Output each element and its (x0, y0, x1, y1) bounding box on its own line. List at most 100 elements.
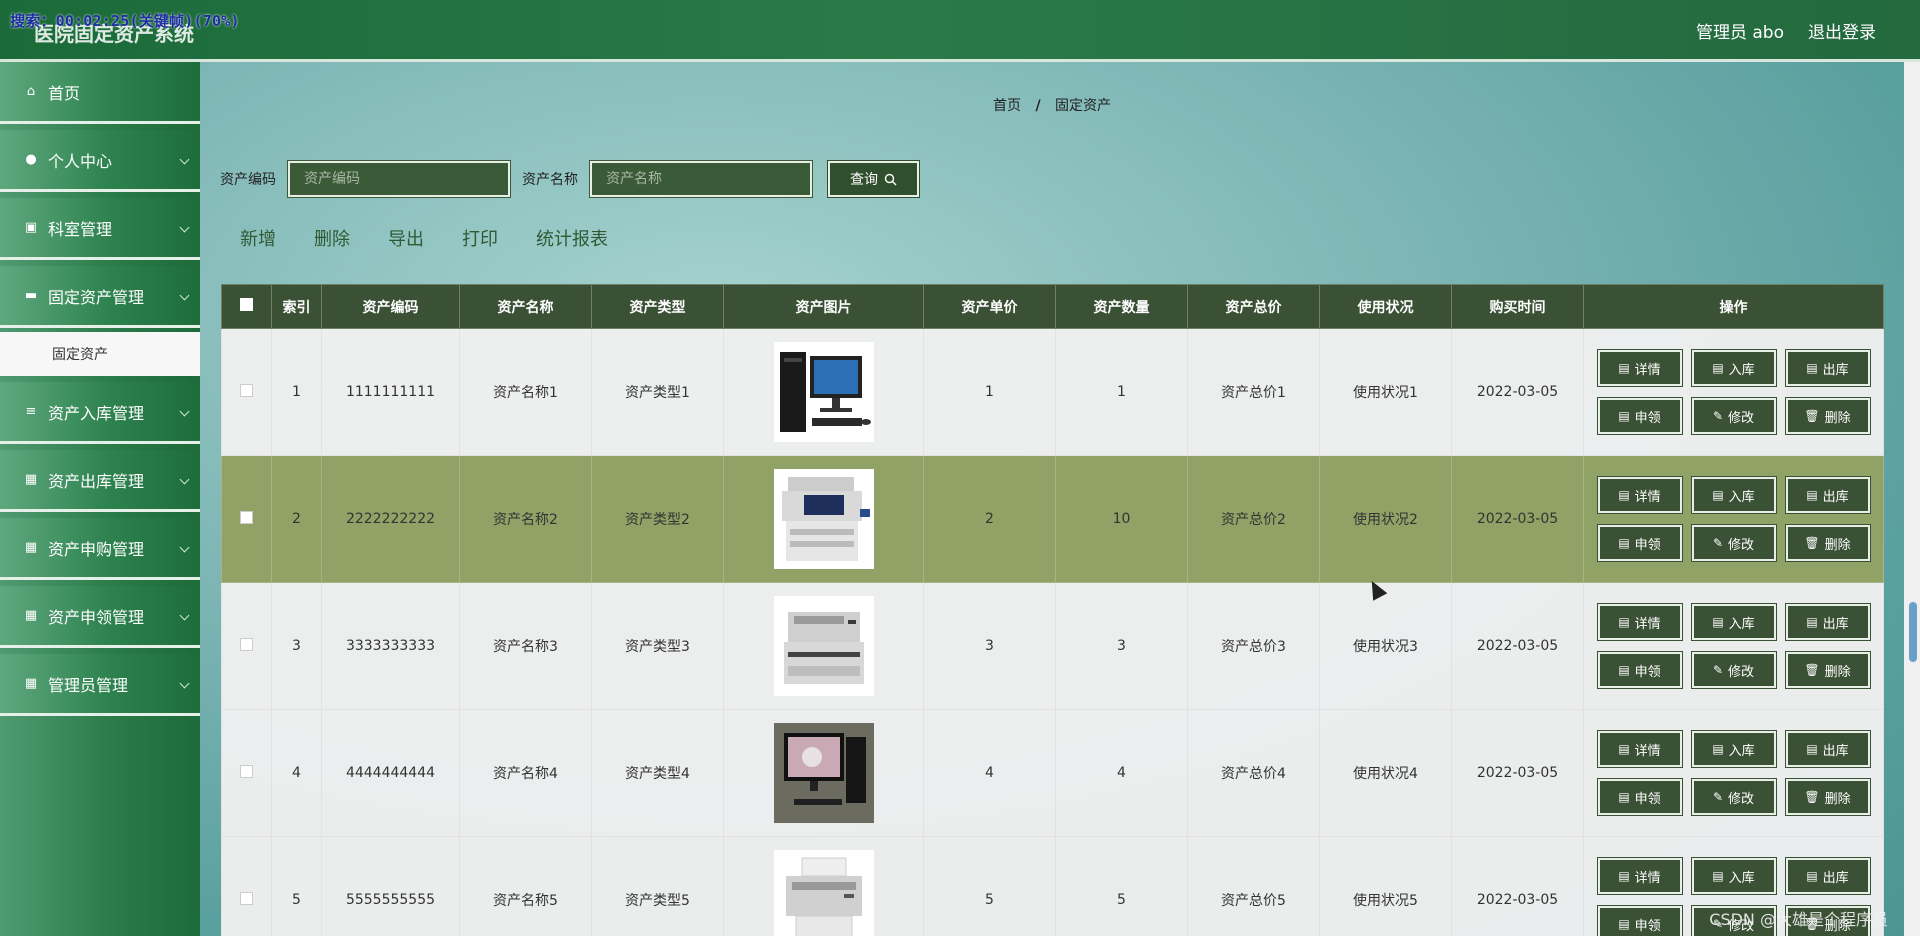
action-button-0[interactable]: ▤ 详情 (1596, 476, 1683, 514)
action-button-3[interactable]: ▤ 申领 (1596, 905, 1683, 936)
box-icon: ▬ (24, 288, 38, 303)
action-button-1[interactable]: ▤ 入库 (1690, 857, 1777, 895)
chevron-down-icon (179, 222, 190, 233)
select-all-checkbox[interactable] (240, 298, 253, 311)
action-button-2[interactable]: ▤ 出库 (1784, 603, 1871, 641)
document-icon: ▤ (1712, 361, 1724, 375)
action-button-4[interactable]: ✎ 修改 (1690, 778, 1777, 816)
action-button-3[interactable]: ▤ 申领 (1596, 397, 1683, 435)
action-button-1[interactable]: ▤ 入库 (1690, 603, 1777, 641)
sidebar-item-department[interactable]: ▣ 科室管理 (0, 198, 200, 260)
action-button-1[interactable]: ▤ 入库 (1690, 730, 1777, 768)
action-button-5[interactable]: 🗑 删除 (1784, 524, 1871, 562)
add-button[interactable]: 新增 (240, 225, 276, 251)
delete-button[interactable]: 删除 (314, 225, 350, 251)
breadcrumb-separator: / (1035, 98, 1041, 114)
action-button-5[interactable]: 🗑 删除 (1784, 651, 1871, 689)
asset-table: 索引 资产编码 资产名称 资产类型 资产图片 资产单价 资产数量 资产总价 使用… (221, 284, 1884, 936)
page-scrollbar[interactable] (1904, 62, 1920, 936)
admin-user-link[interactable]: 管理员 abo (1696, 18, 1784, 43)
action-button-0[interactable]: ▤ 详情 (1596, 730, 1683, 768)
cell-total: 资产总价4 (1187, 709, 1320, 837)
row-checkbox[interactable] (240, 637, 253, 651)
scrollbar-thumb[interactable] (1909, 602, 1917, 662)
action-label: 详情 (1634, 362, 1661, 378)
cell-total: 资产总价1 (1187, 328, 1320, 456)
cell-name: 资产名称5 (459, 836, 592, 936)
breadcrumb-home[interactable]: 首页 (993, 98, 1021, 114)
chevron-down-icon (179, 542, 190, 553)
row-checkbox[interactable] (240, 510, 253, 524)
action-label: 申领 (1634, 664, 1661, 680)
asset-image[interactable] (773, 596, 874, 696)
action-button-3[interactable]: ▤ 申领 (1596, 524, 1683, 562)
query-button[interactable]: 查询 (827, 160, 920, 198)
document-icon: ▤ (1806, 742, 1818, 756)
action-button-2[interactable]: ▤ 出库 (1784, 349, 1871, 387)
action-button-3[interactable]: ▤ 申领 (1596, 778, 1683, 816)
action-button-4[interactable]: ✎ 修改 (1690, 651, 1777, 689)
action-label: 出库 (1822, 870, 1849, 886)
cell-date: 2022-03-05 (1451, 455, 1584, 583)
sidebar-item-label: 个人中心 (48, 151, 113, 171)
action-button-0[interactable]: ▤ 详情 (1596, 349, 1683, 387)
column-header: 资产编码 (321, 284, 460, 329)
chevron-down-icon (179, 474, 190, 485)
action-button-3[interactable]: ▤ 申领 (1596, 651, 1683, 689)
asset-image[interactable] (773, 850, 874, 936)
sidebar-item-fixed-assets[interactable]: ▬ 固定资产管理 (0, 266, 200, 328)
cell-index: 5 (271, 836, 322, 936)
sidebar-item-label: 资产申购管理 (48, 539, 145, 559)
action-button-1[interactable]: ▤ 入库 (1690, 349, 1777, 387)
cell-price: 5 (923, 836, 1056, 936)
search-icon (884, 173, 897, 185)
export-button[interactable]: 导出 (388, 225, 424, 251)
toolbar: 新增 删除 导出 打印 统计报表 (240, 225, 608, 251)
asset-image[interactable] (773, 723, 874, 823)
row-checkbox[interactable] (240, 891, 253, 905)
row-select-cell (221, 328, 272, 456)
cell-index: 4 (271, 709, 322, 837)
action-button-2[interactable]: ▤ 出库 (1784, 476, 1871, 514)
row-select-cell (221, 836, 272, 936)
sidebar-item-home[interactable]: ⌂ 首页 (0, 62, 200, 124)
trash-icon: 🗑 (1804, 536, 1820, 550)
document-icon: ▤ (1618, 615, 1630, 629)
row-checkbox[interactable] (240, 764, 253, 778)
sidebar-item-asset-inbound[interactable]: ≡ 资产入库管理 (0, 382, 200, 444)
edit-icon: ✎ (1712, 663, 1724, 677)
search-form: 资产编码 资产名称 查询 (220, 160, 920, 198)
report-button[interactable]: 统计报表 (536, 225, 608, 251)
action-button-4[interactable]: ✎ 修改 (1690, 397, 1777, 435)
chevron-down-icon (179, 678, 190, 689)
cell-code: 1111111111 (321, 328, 460, 456)
logout-link[interactable]: 退出登录 (1808, 18, 1876, 43)
sidebar-item-personal-center[interactable]: ● 个人中心 (0, 130, 200, 192)
row-checkbox[interactable] (240, 383, 253, 397)
sidebar-item-admin[interactable]: ▦ 管理员管理 (0, 654, 200, 716)
cell-name: 资产名称1 (459, 328, 592, 456)
action-button-2[interactable]: ▤ 出库 (1784, 730, 1871, 768)
action-button-5[interactable]: 🗑 删除 (1784, 778, 1871, 816)
action-button-2[interactable]: ▤ 出库 (1784, 857, 1871, 895)
action-button-0[interactable]: ▤ 详情 (1596, 857, 1683, 895)
submenu-item-fixed-asset[interactable]: 固定资产 (0, 332, 200, 376)
cell-price: 1 (923, 328, 1056, 456)
asset-name-input[interactable] (589, 160, 813, 198)
sidebar-item-label: 管理员管理 (48, 675, 129, 695)
asset-code-input[interactable] (287, 160, 511, 198)
home-icon: ⌂ (26, 84, 36, 99)
sidebar-item-asset-claim[interactable]: ▦ 资产申领管理 (0, 586, 200, 648)
action-label: 入库 (1728, 362, 1755, 378)
action-button-1[interactable]: ▤ 入库 (1690, 476, 1777, 514)
action-button-0[interactable]: ▤ 详情 (1596, 603, 1683, 641)
trash-icon: 🗑 (1804, 663, 1820, 677)
asset-image[interactable] (773, 469, 874, 569)
action-button-4[interactable]: ✎ 修改 (1690, 524, 1777, 562)
print-button[interactable]: 打印 (462, 225, 498, 251)
asset-image[interactable] (773, 342, 874, 442)
action-button-5[interactable]: 🗑 删除 (1784, 397, 1871, 435)
sidebar-item-asset-purchase[interactable]: ▦ 资产申购管理 (0, 518, 200, 580)
document-icon: ▤ (1618, 917, 1630, 931)
sidebar-item-asset-outbound[interactable]: ▦ 资产出库管理 (0, 450, 200, 512)
